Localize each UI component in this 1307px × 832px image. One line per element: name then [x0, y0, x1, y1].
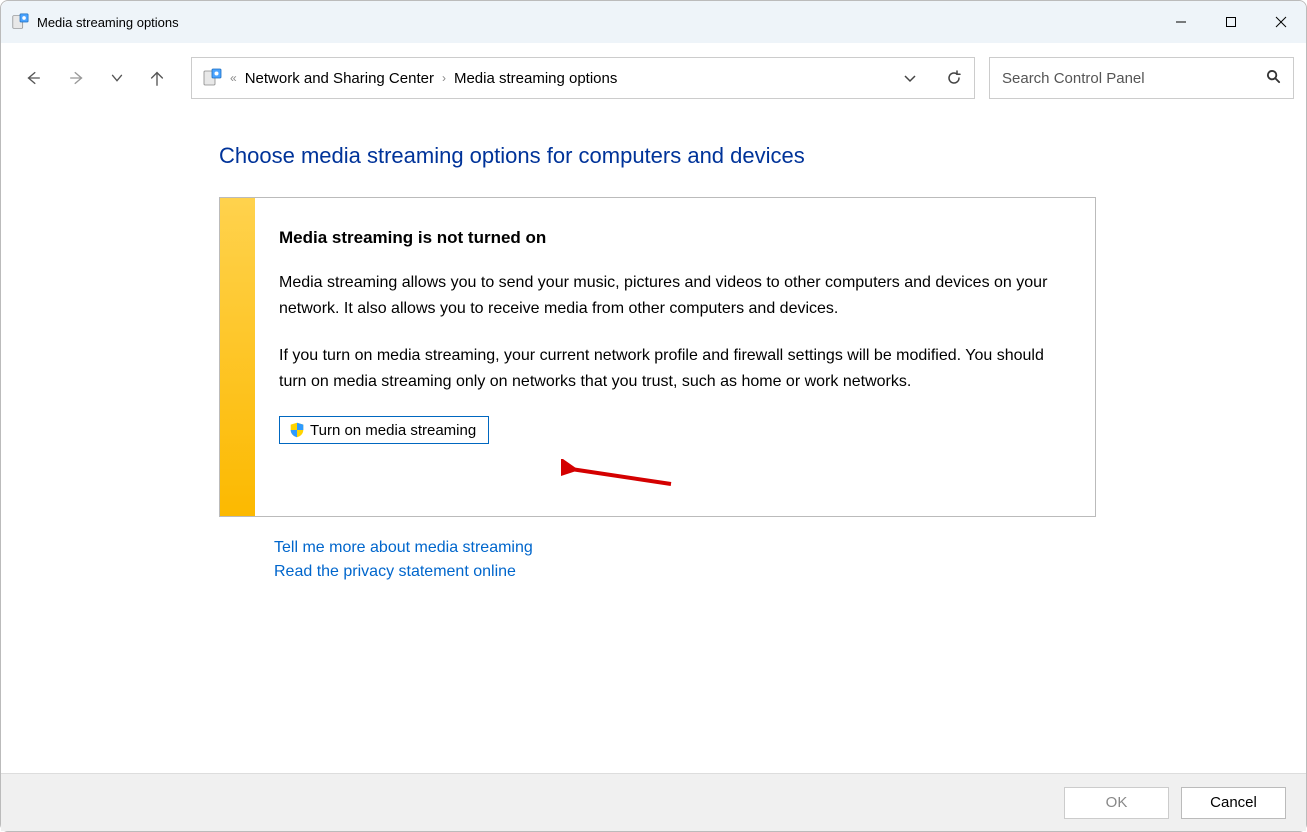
tell-me-more-link[interactable]: Tell me more about media streaming: [274, 539, 1096, 557]
back-button[interactable]: [13, 57, 53, 99]
forward-button[interactable]: [57, 57, 97, 99]
breadcrumb-separator-icon: ›: [442, 71, 446, 85]
window-title: Media streaming options: [37, 15, 179, 30]
cancel-button[interactable]: Cancel: [1181, 787, 1286, 819]
refresh-button[interactable]: [934, 58, 974, 98]
navigation-toolbar: « Network and Sharing Center › Media str…: [1, 43, 1306, 113]
info-title: Media streaming is not turned on: [279, 228, 1071, 248]
uac-shield-icon: [288, 421, 306, 439]
breadcrumb-prev-icon: «: [230, 71, 237, 85]
page-heading: Choose media streaming options for compu…: [219, 143, 1096, 169]
info-paragraph-2: If you turn on media streaming, your cur…: [279, 343, 1071, 394]
main-content: Choose media streaming options for compu…: [1, 113, 1306, 581]
address-bar[interactable]: « Network and Sharing Center › Media str…: [191, 57, 975, 99]
search-input[interactable]: [1002, 70, 1252, 87]
footer-bar: OK Cancel: [1, 773, 1306, 831]
app-icon: [11, 13, 29, 31]
control-panel-icon: [202, 68, 222, 88]
turn-on-media-streaming-button[interactable]: Turn on media streaming: [279, 416, 489, 444]
titlebar: Media streaming options: [1, 1, 1306, 43]
up-button[interactable]: [137, 57, 177, 99]
breadcrumb-media-streaming[interactable]: Media streaming options: [454, 70, 617, 87]
breadcrumb-network-sharing[interactable]: Network and Sharing Center: [245, 70, 434, 87]
info-paragraph-1: Media streaming allows you to send your …: [279, 270, 1071, 321]
address-dropdown-button[interactable]: [890, 58, 930, 98]
maximize-button[interactable]: [1206, 1, 1256, 43]
search-icon[interactable]: [1266, 69, 1281, 88]
search-box[interactable]: [989, 57, 1294, 99]
minimize-button[interactable]: [1156, 1, 1206, 43]
ok-button[interactable]: OK: [1064, 787, 1169, 819]
privacy-statement-link[interactable]: Read the privacy statement online: [274, 563, 1096, 581]
info-accent-bar: [220, 198, 255, 516]
recent-locations-button[interactable]: [101, 57, 133, 99]
turn-on-button-label: Turn on media streaming: [310, 422, 476, 439]
close-button[interactable]: [1256, 1, 1306, 43]
info-panel: Media streaming is not turned on Media s…: [219, 197, 1096, 517]
